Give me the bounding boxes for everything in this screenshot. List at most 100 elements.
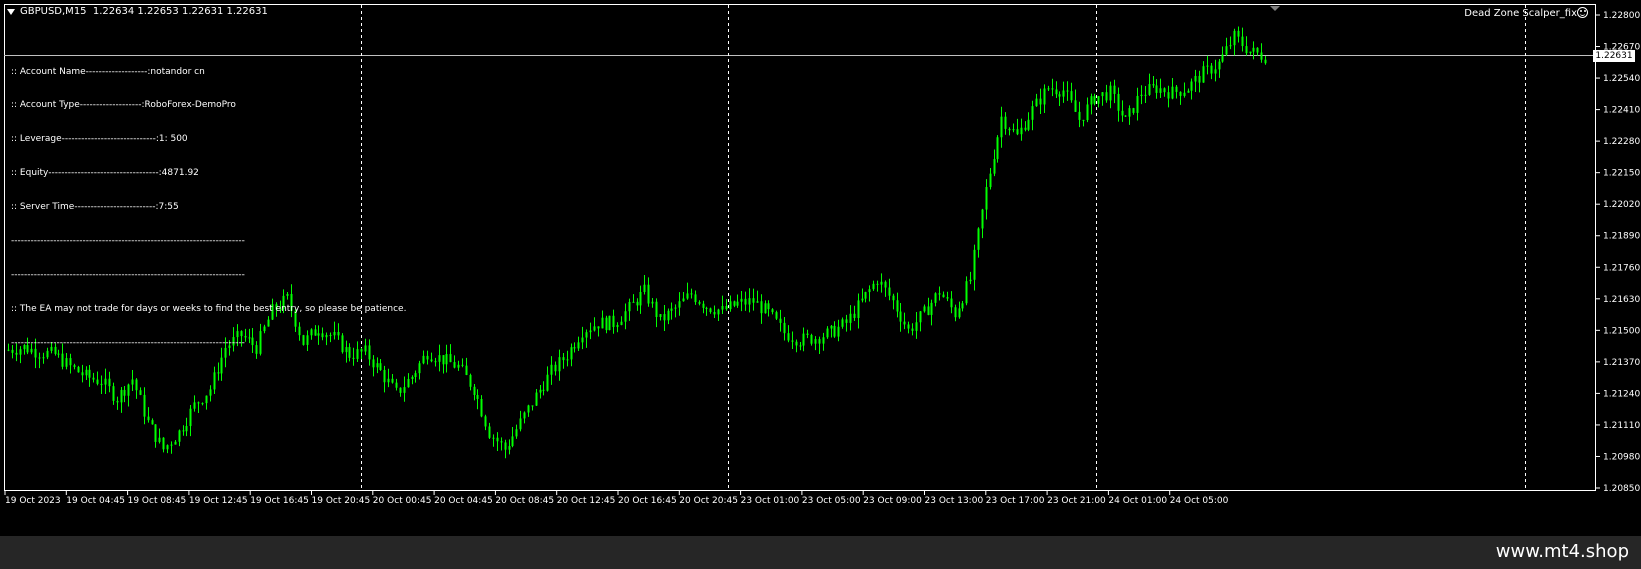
candle-body <box>542 389 545 391</box>
time-axis[interactable]: 19 Oct 2023 19 Oct 04:45 19 Oct 08:45 19 Oc… <box>4 491 1229 506</box>
candle-body <box>826 328 829 338</box>
candle-body <box>422 355 425 364</box>
candle-body <box>496 437 499 442</box>
collapse-arrow-icon[interactable] <box>7 9 15 15</box>
candle-body <box>1198 75 1201 83</box>
time-tick-label: 19 Oct 2023 <box>5 496 61 506</box>
candle-body <box>162 437 165 450</box>
time-tick-label: 23 Oct 05:00 <box>802 496 861 506</box>
candle-body <box>958 308 961 318</box>
candle-body <box>686 293 689 299</box>
time-tick-label: 20 Oct 12:45 <box>557 496 616 506</box>
candle-body <box>104 378 107 385</box>
candle-body <box>822 337 825 344</box>
candle-body <box>108 378 111 387</box>
candle-body <box>1163 88 1166 93</box>
candle-body <box>888 287 891 296</box>
candle-body <box>1031 106 1034 120</box>
expert-advisor-name[interactable]: Dead Zone Scalper_fix <box>1464 8 1577 20</box>
candle-body <box>946 297 949 299</box>
chart-shift-marker[interactable] <box>1270 6 1280 11</box>
candle-body <box>100 383 103 385</box>
time-tick-label: 20 Oct 08:45 <box>495 496 554 506</box>
candle-body <box>185 426 188 432</box>
candle-body <box>1016 129 1019 135</box>
time-tick-label: 19 Oct 20:45 <box>312 496 371 506</box>
candle-body <box>170 444 173 446</box>
candle-body <box>484 416 487 427</box>
candle-body <box>395 382 398 388</box>
info-line-account-name: :: Account Name-------------------:notan… <box>11 66 205 77</box>
candle-body <box>950 298 953 308</box>
candle-body <box>570 347 573 360</box>
candle-body <box>760 301 763 314</box>
candle-body <box>1101 92 1104 97</box>
candle-body <box>736 301 739 306</box>
candle-body <box>977 228 980 250</box>
candle-body <box>174 441 177 445</box>
candle-body <box>709 308 712 312</box>
candle-body <box>896 300 899 312</box>
candle-body <box>112 386 115 401</box>
candle-body <box>209 389 212 396</box>
candle-body <box>1194 75 1197 82</box>
candle-body <box>795 341 798 346</box>
candle-body <box>806 333 809 335</box>
candle-body <box>442 355 445 365</box>
candle-body <box>1245 46 1248 54</box>
candle-body <box>783 322 786 334</box>
candle-body <box>88 369 91 378</box>
candle-body <box>705 307 708 309</box>
candle-body <box>744 298 747 305</box>
candle-body <box>193 402 196 409</box>
candle-body <box>713 311 716 315</box>
info-divider: ----------------------------------------… <box>11 337 245 348</box>
time-tick-label: 19 Oct 16:45 <box>250 496 309 506</box>
price-axis[interactable]: 1.228001.226701.225401.224101.222801.221… <box>1596 11 1640 494</box>
candle-body <box>1012 129 1015 131</box>
info-line-account-type: :: Account Type-------------------:RoboF… <box>11 100 236 111</box>
candle-body <box>166 445 169 450</box>
candle-body <box>845 319 848 323</box>
smiley-icon[interactable] <box>1577 7 1588 18</box>
candle-body <box>434 361 437 363</box>
candle-body <box>1256 47 1259 53</box>
candle-body <box>1179 91 1182 96</box>
candle-body <box>1027 119 1030 130</box>
candle-body <box>655 301 658 317</box>
candle-body <box>383 369 386 383</box>
candle-body <box>639 292 642 306</box>
candle-body <box>690 293 693 295</box>
candle-body <box>1004 116 1007 129</box>
candle-body <box>589 330 592 333</box>
candle-body <box>1233 30 1236 46</box>
candle-body <box>1171 86 1174 99</box>
candle-body <box>1090 96 1093 105</box>
candle-body <box>116 400 119 403</box>
candle-body <box>465 365 468 375</box>
candle-body <box>1093 96 1096 104</box>
candle-body <box>721 305 724 310</box>
info-line-server-time: :: Server Time-------------------------:… <box>11 202 179 213</box>
candle-body <box>748 298 751 305</box>
price-tick-label: 1.22020 <box>1603 200 1640 210</box>
candle-body <box>457 364 460 368</box>
candle-body <box>120 389 123 403</box>
candle-body <box>1070 91 1073 101</box>
price-tick-label: 1.20850 <box>1603 484 1640 494</box>
candle-body <box>989 173 992 188</box>
candle-body <box>585 332 588 338</box>
candle-body <box>663 314 666 321</box>
candle-body <box>1097 96 1100 104</box>
candle-body <box>802 333 805 346</box>
candle-body <box>1105 92 1108 101</box>
candle-body <box>620 321 623 325</box>
candle-body <box>818 339 821 344</box>
price-tick-label: 1.21500 <box>1603 326 1640 336</box>
candle-body <box>426 355 429 360</box>
price-tick-label: 1.22280 <box>1603 137 1640 147</box>
time-tick-label: 20 Oct 04:45 <box>434 496 493 506</box>
candle-body <box>702 303 705 308</box>
day-separators <box>361 5 1526 490</box>
candle-body <box>729 301 732 310</box>
